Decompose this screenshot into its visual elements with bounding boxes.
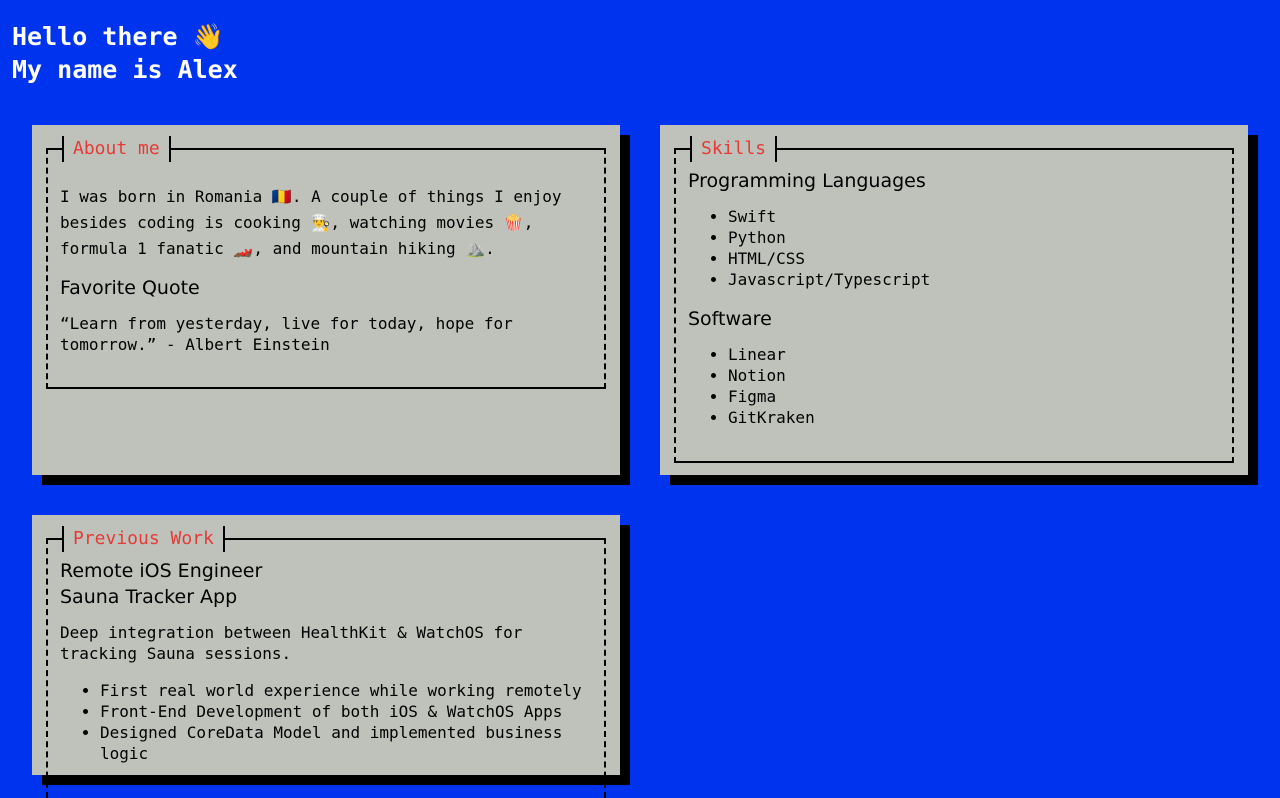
- about-card: About me I was born in Romania 🇷🇴. A cou…: [32, 125, 620, 475]
- list-item: Designed CoreData Model and implemented …: [100, 722, 592, 764]
- greeting-header: Hello there 👋 My name is Alex: [12, 20, 238, 86]
- list-item: Swift: [728, 206, 1220, 227]
- skills-title: Skills: [690, 136, 778, 162]
- about-title: About me: [62, 136, 171, 162]
- languages-heading: Programming Languages: [688, 170, 926, 192]
- software-heading: Software: [688, 308, 772, 330]
- work-card: Previous Work Remote iOS Engineer Sauna …: [32, 515, 620, 798]
- quote-heading: Favorite Quote: [60, 277, 200, 299]
- work-description: Deep integration between HealthKit & Wat…: [60, 623, 523, 663]
- software-list: Linear Notion Figma GitKraken: [688, 344, 1220, 428]
- quote-text: “Learn from yesterday, live for today, h…: [60, 314, 513, 354]
- work-role: Remote iOS Engineer: [60, 560, 263, 582]
- work-frame: Previous Work Remote iOS Engineer Sauna …: [46, 526, 606, 798]
- languages-list: Swift Python HTML/CSS Javascript/Typescr…: [688, 206, 1220, 290]
- list-item: First real world experience while workin…: [100, 680, 592, 701]
- name-line: My name is Alex: [12, 55, 238, 84]
- list-item: Python: [728, 227, 1220, 248]
- greeting-line: Hello there 👋: [12, 22, 224, 51]
- list-item: HTML/CSS: [728, 248, 1220, 269]
- skills-frame: Skills Programming Languages Swift Pytho…: [674, 136, 1234, 463]
- skills-card: Skills Programming Languages Swift Pytho…: [660, 125, 1248, 475]
- list-item: Javascript/Typescript: [728, 269, 1220, 290]
- about-frame: About me I was born in Romania 🇷🇴. A cou…: [46, 136, 606, 389]
- list-item: GitKraken: [728, 407, 1220, 428]
- list-item: Linear: [728, 344, 1220, 365]
- list-item: Figma: [728, 386, 1220, 407]
- list-item: Front-End Development of both iOS & Watc…: [100, 701, 592, 722]
- about-intro: I was born in Romania 🇷🇴. A couple of th…: [60, 187, 562, 258]
- work-title: Previous Work: [62, 526, 225, 552]
- work-project: Sauna Tracker App: [60, 586, 238, 608]
- list-item: Notion: [728, 365, 1220, 386]
- work-highlights: First real world experience while workin…: [60, 680, 592, 764]
